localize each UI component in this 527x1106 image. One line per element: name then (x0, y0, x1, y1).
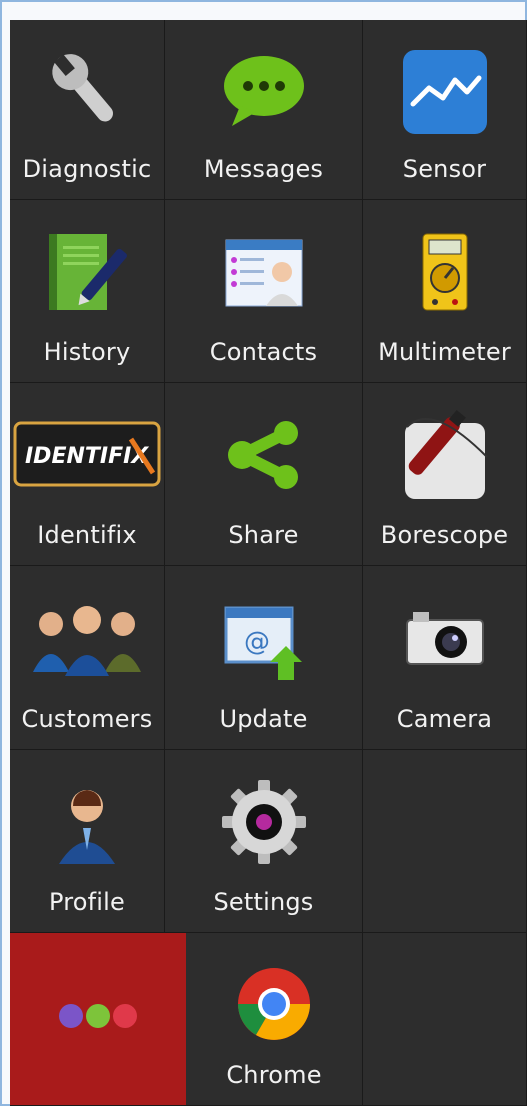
app-label: Share (228, 521, 299, 549)
app-grid: Diagnostic Messages Sensor History Conta… (10, 20, 527, 1106)
app-tile-messages[interactable]: Messages (165, 20, 363, 200)
app-tile-share[interactable]: Share (165, 383, 363, 566)
app-label: Update (219, 705, 308, 733)
app-label: Identifix (37, 521, 137, 549)
app-tile-multimeter[interactable]: Multimeter (363, 200, 527, 383)
camera-icon (397, 590, 493, 686)
app-label: Profile (48, 888, 126, 916)
app-label: Sensor (402, 155, 487, 183)
app-tile-empty (363, 750, 527, 933)
app-tile-camera[interactable]: Camera (363, 566, 527, 750)
app-tile-empty (363, 933, 527, 1106)
app-label: Messages (203, 155, 324, 183)
app-tile-update[interactable]: @ Update (165, 566, 363, 750)
app-tile-chrome[interactable]: Chrome (186, 933, 363, 1106)
app-label: Customers (21, 705, 153, 733)
app-label: Settings (213, 888, 314, 916)
app-tile-contacts[interactable]: Contacts (165, 200, 363, 383)
app-label: Multimeter (378, 338, 511, 366)
app-label: Chrome (226, 1061, 322, 1089)
wrench-icon (39, 44, 135, 140)
chat-bubble-icon (216, 44, 312, 140)
email-update-icon: @ (216, 590, 312, 686)
line-graph-icon (397, 44, 493, 140)
app-tile-diagnostic[interactable]: Diagnostic (10, 20, 165, 200)
app-tile-customers[interactable]: Customers (10, 566, 165, 750)
svg-text:@: @ (244, 627, 270, 657)
app-label: Camera (396, 705, 493, 733)
app-label: Diagnostic (22, 155, 152, 183)
contacts-card-icon (216, 224, 312, 320)
more-apps-button[interactable] (10, 933, 186, 1106)
app-label: History (43, 338, 131, 366)
more-dots-icon (53, 999, 143, 1033)
notebook-pen-icon (39, 224, 135, 320)
share-icon (216, 407, 312, 503)
people-group-icon (23, 590, 151, 686)
gear-icon (216, 774, 312, 870)
borescope-icon (397, 407, 493, 503)
app-tile-settings[interactable]: Settings (165, 750, 363, 933)
app-label: Contacts (209, 338, 318, 366)
app-tile-borescope[interactable]: Borescope (363, 383, 527, 566)
app-tile-profile[interactable]: Profile (10, 750, 165, 933)
app-tile-sensor[interactable]: Sensor (363, 20, 527, 200)
app-label: Borescope (380, 521, 509, 549)
person-profile-icon (39, 774, 135, 870)
identifix-logo-icon: IDENTIFIX (13, 421, 161, 491)
chrome-icon (231, 961, 317, 1047)
app-tile-identifix[interactable]: IDENTIFIX Identifix (10, 383, 165, 566)
app-tile-history[interactable]: History (10, 200, 165, 383)
identifix-logo-text: IDENTIFIX (25, 444, 149, 469)
multimeter-icon (397, 224, 493, 320)
